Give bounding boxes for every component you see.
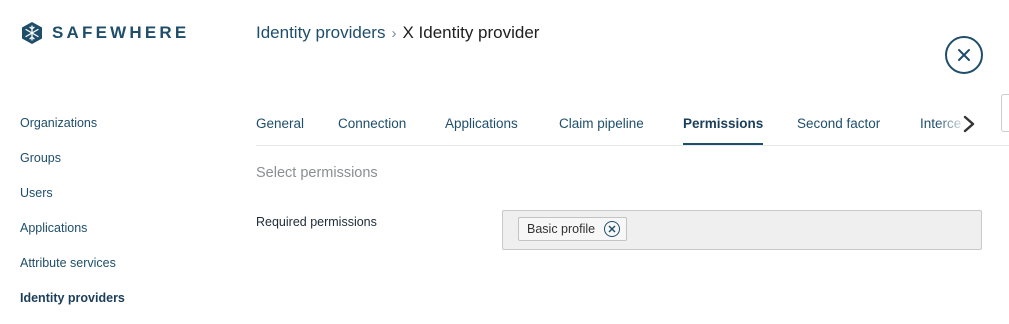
page-title: X Identity provider — [402, 23, 540, 42]
permission-chip: Basic profile — [518, 217, 628, 241]
tab-general[interactable]: General — [256, 105, 304, 143]
tab-claim-pipeline[interactable]: Claim pipeline — [559, 105, 644, 143]
sidebar-item-attribute-services[interactable]: Attribute services — [20, 246, 125, 281]
sidebar-item-users[interactable]: Users — [20, 176, 125, 211]
x-icon — [608, 225, 616, 233]
breadcrumb-separator: › — [391, 24, 397, 42]
tab-applications[interactable]: Applications — [445, 105, 518, 143]
sidebar: Organizations Groups Users Applications … — [20, 106, 125, 316]
permission-chip-label: Basic profile — [527, 222, 596, 236]
tab-bar: General Connection Applications Claim pi… — [256, 105, 1009, 146]
sidebar-item-groups[interactable]: Groups — [20, 141, 125, 176]
close-button[interactable] — [945, 36, 983, 74]
required-permissions-label: Required permissions — [256, 215, 377, 229]
brand-logo[interactable]: SAFEWHERE — [20, 21, 189, 45]
breadcrumb-parent-link[interactable]: Identity providers — [256, 23, 385, 43]
snowflake-hexagon-icon — [22, 22, 42, 44]
required-permissions-field[interactable]: Basic profile — [502, 210, 982, 250]
tab-second-factor[interactable]: Second factor — [797, 105, 880, 143]
sidebar-item-identity-providers[interactable]: Identity providers — [20, 281, 125, 316]
remove-circle-icon[interactable] — [604, 221, 621, 237]
breadcrumb: Identity providers › X Identity provider — [256, 23, 539, 43]
tab-connection[interactable]: Connection — [338, 105, 406, 143]
section-title: Select permissions — [256, 165, 378, 181]
sidebar-item-organizations[interactable]: Organizations — [20, 106, 125, 141]
tab-permissions[interactable]: Permissions — [683, 105, 764, 145]
sidebar-item-applications[interactable]: Applications — [20, 211, 125, 246]
tabs-scroll-handle[interactable] — [1001, 94, 1009, 132]
chevron-right-icon[interactable] — [961, 115, 977, 133]
close-icon — [958, 49, 970, 61]
brand-name: SAFEWHERE — [52, 23, 190, 42]
